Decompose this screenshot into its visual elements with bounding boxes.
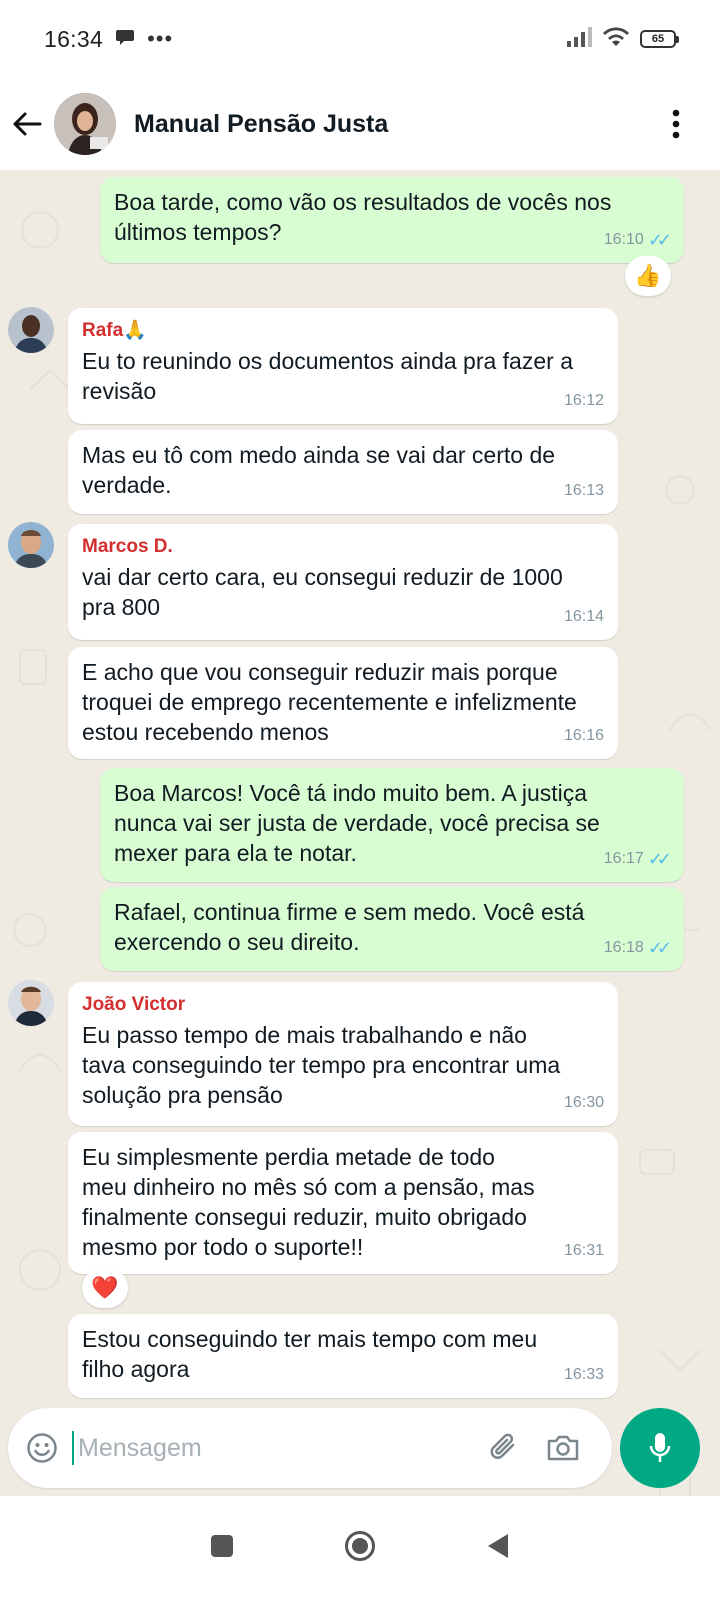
message-input[interactable] [72,1431,472,1465]
message-bubble-incoming[interactable]: Eu simplesmente perdia metade de todo me… [68,1132,618,1274]
wifi-icon [602,26,630,52]
message-text: Eu passo tempo de mais trabalhando e não… [82,1022,561,1108]
message-time: 16:13 [563,482,604,499]
message-meta: 16:10 ✓✓ [603,225,672,255]
recent-apps-button[interactable] [210,1534,234,1563]
message-bubble-incoming[interactable]: Estou conseguindo ter mais tempo com meu… [68,1314,618,1398]
message-meta: 16:17 ✓✓ [603,844,672,874]
double-check-icon: ✓✓ [647,938,672,958]
battery-icon: 65 [640,30,679,48]
double-check-icon: ✓✓ [647,230,672,250]
message-time: 16:16 [563,727,604,744]
message-text: Boa tarde, como vão os resultados de voc… [114,189,612,245]
message-text: E acho que vou conseguir reduzir mais po… [82,659,577,745]
voice-message-button[interactable] [620,1408,700,1488]
message-meta: 16:14 [564,602,604,632]
message-time: 16:18 [603,939,644,956]
emoji-icon[interactable] [26,1432,58,1464]
chat-header: Manual Pensão Justa [0,78,720,170]
back-triangle-icon [488,1533,508,1558]
message-meta: 16:16 [564,721,604,751]
message-text: Mas eu tô com medo ainda se vai dar cert… [82,442,556,498]
message-text: Boa Marcos! Você tá indo muito bem. A ju… [114,780,600,866]
message-text: Estou conseguindo ter mais tempo com meu… [82,1326,538,1382]
message-text: Eu to reunindo os documentos ainda pra f… [82,348,573,404]
message-time: 16:31 [563,1242,604,1259]
chat-title[interactable]: Manual Pensão Justa [134,110,388,139]
square-icon [211,1534,233,1557]
more-options-button[interactable] [664,104,688,144]
chat-area[interactable]: Boa tarde, como vão os resultados de voc… [0,170,720,1530]
sender-name: Marcos D. [82,536,173,557]
message-time: 16:12 [563,392,604,409]
message-bubble-incoming[interactable]: Mas eu tô com medo ainda se vai dar cert… [68,430,618,514]
message-bubble-incoming[interactable]: Rafa🙏 Eu to reunindo os documentos ainda… [68,308,618,424]
system-navigation-bar [0,1496,720,1600]
kebab-menu-icon [672,109,680,139]
message-time: 16:14 [563,608,604,625]
signal-icon [566,26,592,52]
double-check-icon: ✓✓ [647,849,672,869]
message-input-bar [0,1408,720,1508]
microphone-icon [649,1433,671,1462]
message-bubble-outgoing[interactable]: Boa tarde, como vão os resultados de voc… [100,177,684,263]
message-bubble-incoming[interactable]: E acho que vou conseguir reduzir mais po… [68,647,618,759]
message-meta: 16:30 [564,1088,604,1118]
message-time: 16:33 [563,1366,604,1383]
back-button[interactable] [0,94,54,154]
message-text: Rafael, continua firme e sem medo. Você … [114,899,585,955]
home-circle-icon [345,1530,375,1561]
home-button[interactable] [344,1530,376,1567]
reaction-badge[interactable]: 👍 [625,256,671,296]
camera-icon[interactable] [546,1433,580,1463]
message-text: Eu simplesmente perdia metade de todo me… [82,1144,535,1260]
message-compose-box[interactable] [8,1408,612,1488]
chat-notification-icon [115,28,135,51]
message-meta: 16:18 ✓✓ [603,933,672,963]
reaction-badge[interactable]: ❤️ [82,1268,128,1308]
back-nav-button[interactable] [486,1533,510,1564]
message-bubble-incoming[interactable]: Marcos D. vai dar certo cara, eu consegu… [68,524,618,640]
message-text: vai dar certo cara, eu consegui reduzir … [82,564,563,620]
message-meta: 16:31 [564,1236,604,1266]
more-notifications-icon: ••• [147,26,174,51]
sender-name: João Victor [82,994,186,1015]
back-arrow-icon [13,112,42,136]
sender-name: Rafa🙏 [82,320,147,341]
message-time: 16:10 [603,231,644,248]
avatar-rafa[interactable] [8,307,54,353]
avatar-marcos[interactable] [8,522,54,568]
status-bar: 16:34 ••• 65 [0,0,720,78]
message-bubble-outgoing[interactable]: Boa Marcos! Você tá indo muito bem. A ju… [100,768,684,882]
message-time: 16:17 [603,850,644,867]
message-meta: 16:12 [564,386,604,416]
status-time: 16:34 [44,25,104,52]
message-bubble-incoming[interactable]: João Victor Eu passo tempo de mais traba… [68,982,618,1126]
message-meta: 16:13 [564,476,604,506]
attachment-icon[interactable] [488,1431,522,1465]
message-bubble-outgoing[interactable]: Rafael, continua firme e sem medo. Você … [100,887,684,971]
message-meta: 16:33 [564,1360,604,1390]
message-time: 16:30 [563,1094,604,1111]
group-avatar[interactable] [54,93,116,155]
avatar-joao-victor[interactable] [8,980,54,1026]
